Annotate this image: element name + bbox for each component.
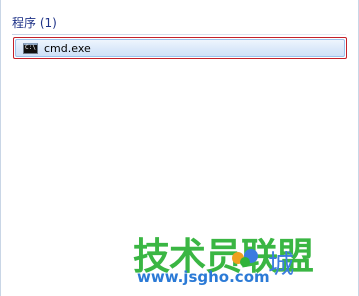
programs-group-header[interactable]: 程序 (1) xyxy=(12,14,57,31)
group-divider xyxy=(12,34,346,35)
watermark-logo-icon xyxy=(232,249,258,267)
result-item-cmd[interactable]: C:\ cmd.exe xyxy=(13,37,347,59)
result-item-highlight[interactable]: C:\ cmd.exe xyxy=(15,39,345,57)
command-prompt-icon-glyph: C:\ xyxy=(25,43,36,51)
start-menu-search-results-panel: 程序 (1) C:\ cmd.exe 技术员联盟 城 www.jsgho.com xyxy=(0,0,359,296)
command-prompt-icon: C:\ xyxy=(23,42,38,54)
watermark-url: www.jsgho.com xyxy=(137,268,270,286)
result-item-label: cmd.exe xyxy=(44,41,91,55)
watermark-city: 城 xyxy=(268,250,295,280)
